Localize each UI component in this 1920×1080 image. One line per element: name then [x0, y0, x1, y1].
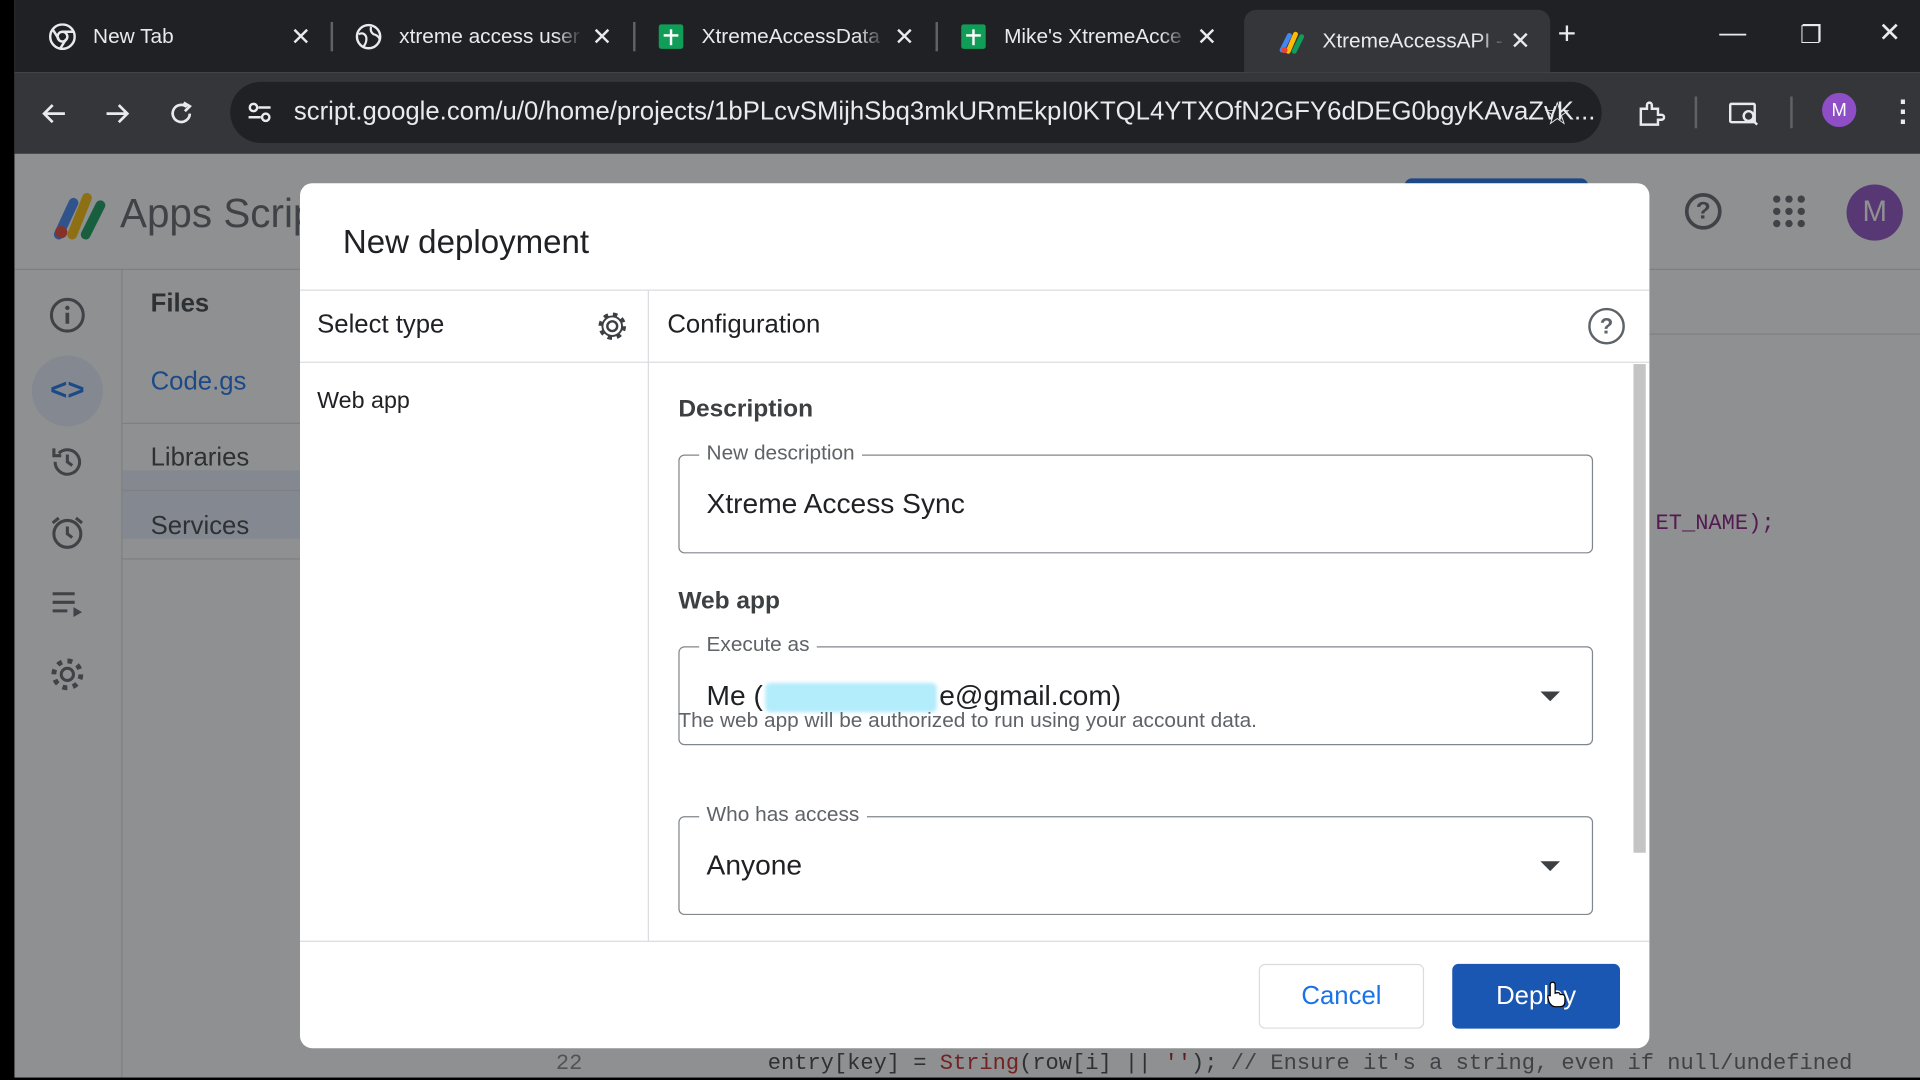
tab-xtreme-access-user[interactable]: xtreme access user ✕	[321, 10, 632, 64]
browser-toolbar: script.google.com/u/0/home/projects/1bPL…	[14, 72, 1920, 154]
cast-search-icon[interactable]	[1724, 94, 1763, 133]
execute-as-label: Execute as	[699, 632, 817, 658]
close-icon[interactable]: ✕	[290, 21, 311, 52]
hand-cursor-icon	[1547, 981, 1566, 1008]
new-tab-button[interactable]: +	[1558, 15, 1577, 53]
scrollbar[interactable]	[1633, 364, 1646, 853]
chevron-down-icon	[1540, 861, 1561, 872]
sheets-icon	[658, 23, 685, 50]
tab-xtreme-access-api[interactable]: XtremeAccessAPI - ✕	[1244, 9, 1551, 73]
cancel-button[interactable]: Cancel	[1258, 963, 1425, 1029]
who-has-access-select[interactable]: Who has access Anyone	[678, 802, 1594, 916]
tab-new-tab[interactable]: New Tab ✕	[15, 10, 331, 64]
letterbox-left	[0, 0, 15, 1080]
minimize-icon[interactable]: —	[1719, 17, 1746, 49]
configuration-pane: Configuration ? Description New descript…	[648, 291, 1650, 942]
execute-as-helper-text: The web app will be authorized to run us…	[678, 708, 1257, 732]
url-text: script.google.com/u/0/home/projects/1bPL…	[293, 97, 1596, 126]
select-type-header: Select type	[317, 310, 445, 339]
help-icon[interactable]: ?	[1588, 307, 1625, 345]
select-type-pane: Select type Web app	[300, 290, 649, 942]
close-icon[interactable]: ✕	[592, 21, 613, 52]
divider	[300, 940, 1650, 942]
extensions-icon[interactable]	[1631, 94, 1670, 133]
tab-label: xtreme access user	[399, 24, 580, 48]
configuration-header: Configuration	[667, 310, 821, 339]
gear-icon[interactable]	[596, 310, 628, 342]
sheets-icon	[960, 23, 987, 50]
chevron-down-icon	[1540, 691, 1561, 702]
description-value: Xtreme Access Sync	[706, 487, 965, 520]
apps-script-icon	[1278, 27, 1305, 54]
toolbar-divider	[1694, 96, 1698, 129]
forward-icon[interactable]	[98, 94, 137, 133]
toolbar-divider	[1790, 96, 1793, 129]
execute-as-value: Me (e@gmail.com)	[706, 679, 1122, 713]
tab-xtreme-access-data[interactable]: XtremeAccessData ✕	[623, 10, 934, 64]
description-heading: Description	[678, 395, 814, 423]
close-icon[interactable]: ✕	[1197, 21, 1218, 52]
description-field[interactable]: New description Xtreme Access Sync	[678, 441, 1594, 554]
new-deployment-dialog: New deployment Select type Web app Confi…	[300, 183, 1650, 1049]
tab-label: Mike's XtremeAcce	[1004, 24, 1182, 48]
tab-mikes-xtreme-access[interactable]: Mike's XtremeAcce ✕	[926, 10, 1237, 64]
chrome-icon	[48, 23, 76, 51]
tab-label: XtremeAccessAPI -	[1322, 28, 1503, 52]
profile-avatar[interactable]: M	[1822, 92, 1857, 128]
close-icon[interactable]: ✕	[1510, 26, 1531, 57]
reload-icon[interactable]	[162, 94, 201, 133]
address-bar[interactable]: script.google.com/u/0/home/projects/1bPL…	[230, 81, 1602, 143]
divider	[648, 361, 1650, 363]
divider	[300, 361, 649, 363]
bookmark-star-icon[interactable]: ☆	[1543, 95, 1572, 133]
close-icon[interactable]: ✕	[894, 21, 915, 52]
restore-icon[interactable]: ❐	[1800, 20, 1822, 51]
screen: New Tab ✕ xtreme access user ✕ XtremeAcc…	[0, 0, 1920, 1080]
globe-icon	[355, 23, 382, 50]
menu-dots-icon[interactable]: ⋮	[1888, 94, 1917, 129]
browser-tab-bar: New Tab ✕ xtreme access user ✕ XtremeAcc…	[14, 0, 1920, 73]
who-has-access-label: Who has access	[699, 802, 867, 828]
tab-label: New Tab	[93, 24, 174, 48]
dialog-title: New deployment	[342, 223, 590, 261]
web-app-heading: Web app	[678, 587, 780, 615]
close-window-icon[interactable]: ✕	[1878, 17, 1901, 49]
deploy-button[interactable]: Deploy	[1452, 963, 1621, 1029]
back-icon[interactable]	[34, 94, 73, 133]
who-has-access-value: Anyone	[706, 849, 803, 881]
tab-label: XtremeAccessData	[701, 24, 880, 48]
description-label: New description	[699, 441, 862, 466]
site-settings-icon[interactable]	[245, 98, 274, 133]
type-web-app[interactable]: Web app	[317, 389, 410, 416]
